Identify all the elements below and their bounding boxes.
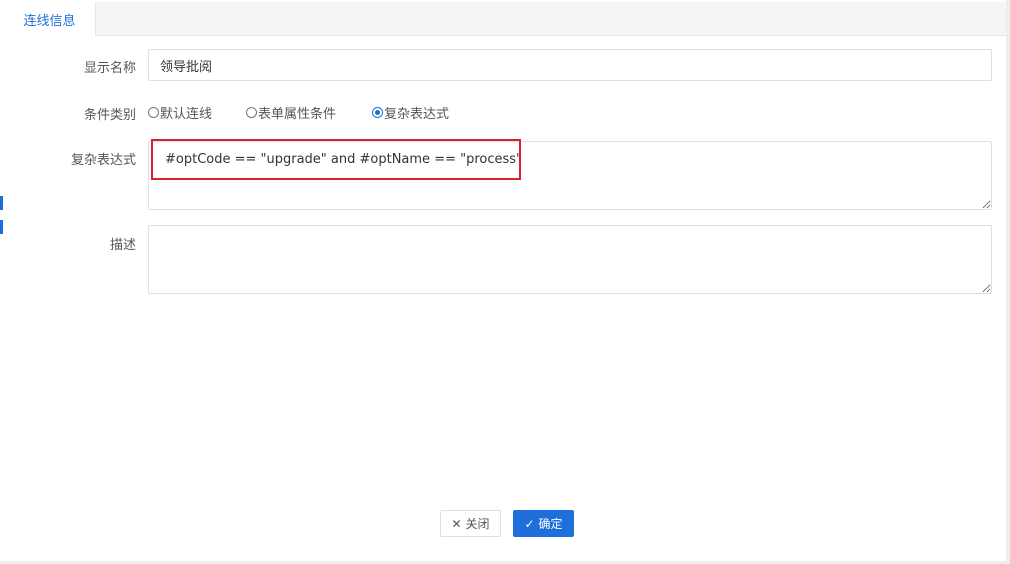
x-icon: ✕ [451, 516, 462, 531]
description-textarea[interactable] [148, 225, 992, 294]
radio-circle-icon [246, 107, 257, 118]
tab-label: 连线信息 [23, 13, 76, 29]
expression-label: 复杂表达式 [70, 153, 136, 168]
radio-form-property-condition[interactable]: 表单属性条件 [246, 103, 336, 122]
confirm-button[interactable]: ✓ 确定 [513, 510, 574, 537]
close-button-label: 关闭 [465, 517, 490, 531]
confirm-button-label: 确定 [538, 517, 563, 531]
description-label: 描述 [109, 238, 136, 253]
radio-label: 表单属性条件 [258, 107, 337, 122]
condition-type-label: 条件类别 [83, 108, 136, 123]
radio-label: 复杂表达式 [384, 107, 450, 122]
radio-label: 默认连线 [160, 107, 213, 122]
close-button[interactable]: ✕ 关闭 [440, 510, 501, 537]
tab-link-info[interactable]: 连线信息 [4, 2, 96, 36]
radio-complex-expression[interactable]: 复杂表达式 [372, 103, 449, 122]
tab-bar: 连线信息 [4, 2, 1006, 36]
background-edge-mark [0, 220, 3, 234]
display-name-label: 显示名称 [83, 61, 136, 76]
display-name-input[interactable] [148, 49, 992, 81]
window-edge-right [1006, 0, 1010, 564]
radio-default-link[interactable]: 默认连线 [148, 103, 212, 122]
check-icon: ✓ [524, 516, 535, 531]
expression-textarea[interactable]: #optCode == "upgrade" and #optName == "p… [148, 141, 992, 210]
background-edge-mark [0, 196, 3, 210]
radio-circle-icon [148, 107, 159, 118]
radio-checked-icon [372, 107, 383, 118]
